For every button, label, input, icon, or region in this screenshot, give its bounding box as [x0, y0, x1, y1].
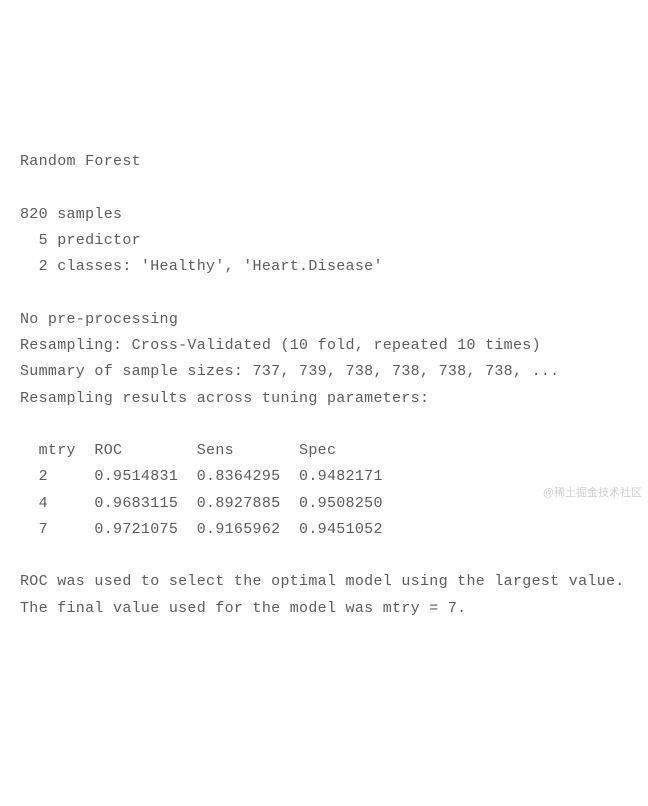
- table-header: mtry ROC Sens Spec: [20, 442, 383, 459]
- preprocessing-line: No pre-processing: [20, 311, 178, 328]
- table-row: 4 0.9683115 0.8927885 0.9508250: [20, 495, 383, 512]
- watermark-text: @稀土掘金技术社区: [543, 484, 642, 503]
- samples-line: 820 samples: [20, 206, 122, 223]
- summary-line: Summary of sample sizes: 737, 739, 738, …: [20, 363, 559, 380]
- classes-line: 2 classes: 'Healthy', 'Heart.Disease': [20, 258, 383, 275]
- predictor-line: 5 predictor: [20, 232, 141, 249]
- table-row: 2 0.9514831 0.8364295 0.9482171: [20, 468, 383, 485]
- model-title: Random Forest: [20, 153, 141, 170]
- table-row: 7 0.9721075 0.9165962 0.9451052: [20, 521, 383, 538]
- final-line: The final value used for the model was m…: [20, 600, 466, 617]
- resampling-line: Resampling: Cross-Validated (10 fold, re…: [20, 337, 541, 354]
- selection-line: ROC was used to select the optimal model…: [20, 573, 625, 590]
- output-block: Random Forest 820 samples 5 predictor 2 …: [20, 123, 628, 622]
- results-header: Resampling results across tuning paramet…: [20, 390, 429, 407]
